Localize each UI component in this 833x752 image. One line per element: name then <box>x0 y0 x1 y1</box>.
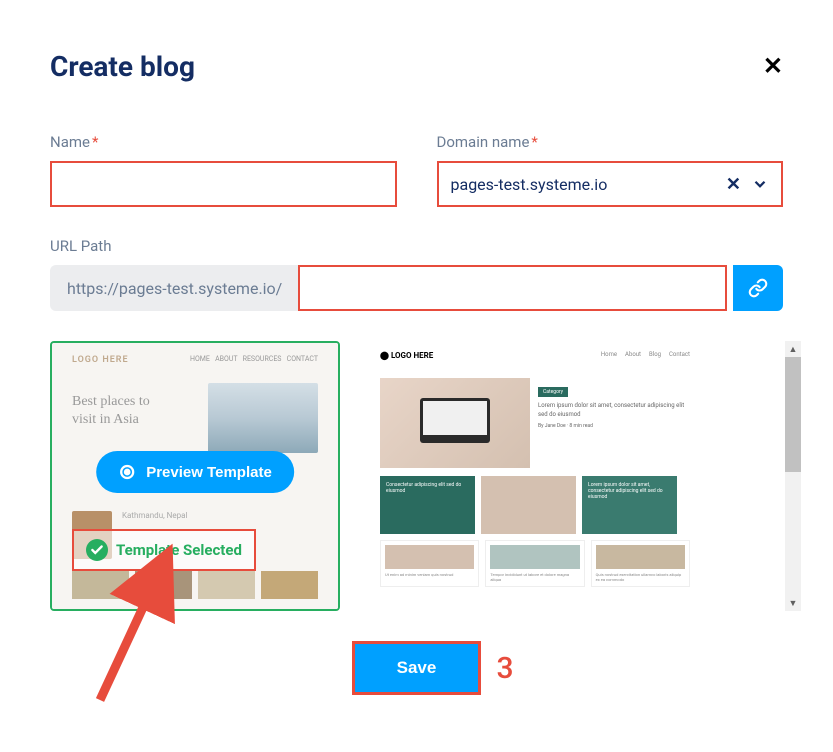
name-group: Name* <box>50 133 397 207</box>
annotation-number: 3 <box>497 651 514 686</box>
modal-title: Create blog <box>50 50 195 83</box>
template-card-image <box>481 476 576 534</box>
clear-icon[interactable]: ✕ <box>726 174 741 195</box>
template-hero-image <box>380 378 530 468</box>
required-mark: * <box>531 133 537 151</box>
template-small-card: Quis nostrud exercitation ullamco labori… <box>591 540 690 587</box>
domain-select[interactable]: pages-test.systeme.io ✕ <box>437 161 784 207</box>
required-mark: * <box>92 133 98 151</box>
url-prefix: https://pages-test.systeme.io/ <box>50 265 298 311</box>
link-icon <box>748 278 768 298</box>
url-input[interactable] <box>298 265 727 311</box>
template-nav: HOME ABOUT RESOURCES CONTACT <box>190 355 318 363</box>
template-small-card: Tempor incididunt ut labore et dolore ma… <box>485 540 584 587</box>
template-lorem: Lorem ipsum dolor sit amet, consectetur … <box>538 401 690 419</box>
template-card-text: Lorem ipsum dolor sit amet, consectetur … <box>582 476 677 534</box>
template-selected-badge: Template Selected <box>72 529 256 571</box>
close-button[interactable]: ✕ <box>763 52 783 81</box>
template-category-badge: Category <box>538 387 568 397</box>
template-nav: HomeAboutBlogContact <box>601 351 690 358</box>
template-card[interactable]: ⬤ LOGO HERE HomeAboutBlogContact Categor… <box>370 341 700 611</box>
templates-list: LOGO HERE HOME ABOUT RESOURCES CONTACT B… <box>50 341 783 611</box>
url-group: URL Path https://pages-test.systeme.io/ <box>50 237 783 311</box>
preview-template-button[interactable]: Preview Template <box>96 451 294 493</box>
domain-label: Domain name* <box>437 133 784 151</box>
template-card-text: Consectetur adipiscing elit sed do eiusm… <box>380 476 475 534</box>
name-label: Name* <box>50 133 397 151</box>
template-gallery <box>72 571 318 599</box>
name-input[interactable] <box>50 161 397 207</box>
save-button[interactable]: Save <box>352 641 482 695</box>
copy-link-button[interactable] <box>733 265 783 311</box>
check-circle-icon <box>86 539 108 561</box>
domain-group: Domain name* pages-test.systeme.io ✕ <box>437 133 784 207</box>
scroll-thumb[interactable] <box>785 357 801 472</box>
template-caption: Kathmandu, Nepal <box>122 511 187 520</box>
url-label: URL Path <box>50 237 783 255</box>
template-scrollbar[interactable]: ▲ ▼ <box>785 341 801 611</box>
template-card-selected[interactable]: LOGO HERE HOME ABOUT RESOURCES CONTACT B… <box>50 341 340 611</box>
template-small-card: Ut enim ad minim veniam quis nostrud <box>380 540 479 587</box>
domain-selected-value: pages-test.systeme.io <box>451 175 608 194</box>
target-icon <box>118 463 136 481</box>
scroll-down-icon[interactable]: ▼ <box>789 595 798 611</box>
scroll-up-icon[interactable]: ▲ <box>789 341 798 357</box>
template-hero-image <box>208 383 318 453</box>
close-icon: ✕ <box>763 53 783 80</box>
chevron-down-icon[interactable] <box>751 175 769 193</box>
